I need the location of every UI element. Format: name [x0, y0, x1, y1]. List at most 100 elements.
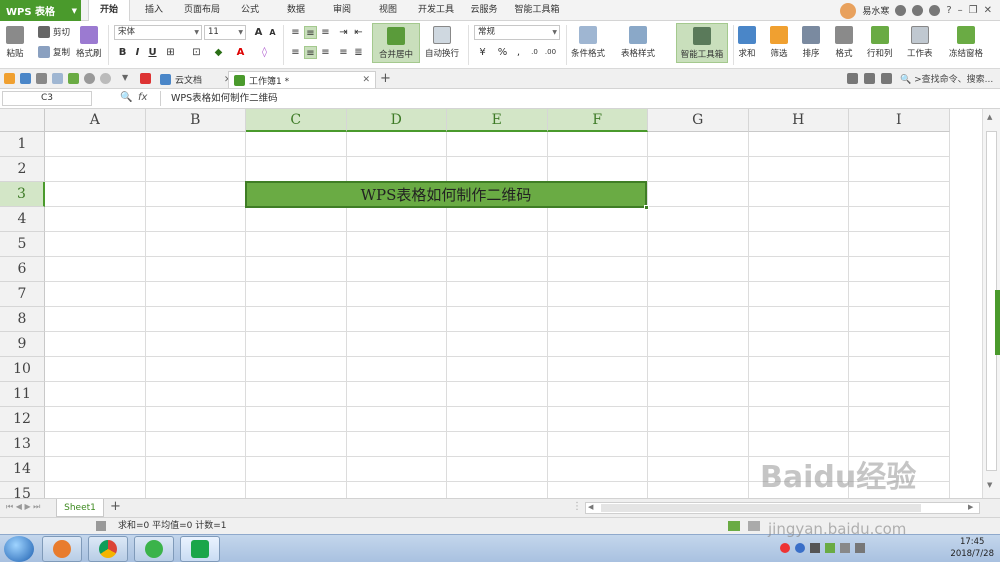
percent-icon[interactable]: %	[496, 46, 509, 59]
volume-icon[interactable]	[855, 543, 865, 553]
row-header-4[interactable]: 4	[0, 207, 45, 232]
sum-button[interactable]: 求和	[738, 26, 756, 59]
tray-icon[interactable]	[810, 543, 820, 553]
decrease-decimal-icon[interactable]: .00	[544, 46, 557, 59]
column-header-h[interactable]: H	[748, 109, 849, 132]
font-size-select[interactable]: 11 ▼	[204, 25, 246, 40]
system-clock[interactable]: 17:45 2018/7/28	[950, 536, 994, 560]
command-search[interactable]: 🔍 >查找命令、搜索...	[900, 72, 993, 85]
scroll-left-icon[interactable]: ◀	[588, 503, 593, 511]
comment-icon[interactable]	[847, 73, 858, 84]
scroll-down-icon[interactable]: ▼	[987, 481, 992, 489]
align-middle-icon[interactable]: ≡	[304, 26, 317, 39]
row-header-12[interactable]: 12	[0, 407, 45, 432]
italic-icon[interactable]: I	[131, 46, 144, 59]
close-icon[interactable]: ✕	[984, 5, 992, 16]
name-box[interactable]: C3	[2, 91, 92, 106]
help-icon[interactable]	[795, 543, 805, 553]
export-icon[interactable]	[68, 73, 79, 84]
decrease-font-icon[interactable]: A	[266, 26, 279, 39]
skin-icon[interactable]	[912, 5, 924, 16]
horizontal-scroll-thumb[interactable]	[601, 504, 921, 512]
print-icon[interactable]	[36, 73, 47, 84]
column-header-e[interactable]: E	[447, 109, 548, 132]
worksheet-button[interactable]: 工作表	[907, 26, 933, 59]
clear-format-icon[interactable]: ◊	[258, 46, 271, 59]
close-icon[interactable]: ✕	[362, 75, 370, 85]
indent-icon[interactable]: ⇥	[337, 26, 350, 39]
collapse-ribbon-icon[interactable]	[881, 73, 892, 84]
taskbar-chrome[interactable]	[88, 536, 128, 562]
tab-insert[interactable]: 插入	[136, 0, 172, 21]
formula-input[interactable]: WPS表格如何制作二维码	[160, 91, 998, 106]
row-header-14[interactable]: 14	[0, 457, 45, 482]
row-header-1[interactable]: 1	[0, 132, 45, 157]
paste-button[interactable]: 粘贴	[6, 26, 24, 59]
user-name[interactable]: 易水寒	[862, 4, 889, 17]
column-header-b[interactable]: B	[145, 109, 246, 132]
column-header-d[interactable]: D	[346, 109, 447, 132]
scroll-up-icon[interactable]: ▲	[987, 113, 992, 121]
justify-icon[interactable]: ≡	[337, 46, 350, 59]
network-icon[interactable]	[840, 543, 850, 553]
sheet-nav-icon[interactable]: ⏮ ◀ ▶ ⏭	[6, 502, 40, 512]
filter-button[interactable]: 筛选	[770, 26, 788, 59]
row-header-9[interactable]: 9	[0, 332, 45, 357]
app-menu-button[interactable]: WPS 表格 ▼	[0, 0, 81, 21]
macro-icon[interactable]	[96, 521, 106, 531]
splitter-icon[interactable]: ⋮	[572, 501, 582, 512]
tray-icon[interactable]	[780, 543, 790, 553]
align-top-icon[interactable]: ≡	[289, 26, 302, 39]
row-header-15[interactable]: 15	[0, 482, 45, 498]
zoom-icon[interactable]: 🔍	[120, 92, 132, 103]
table-style-button[interactable]: 表格样式	[621, 26, 655, 59]
merged-cell-c3-f3[interactable]: WPS表格如何制作二维码	[245, 181, 647, 208]
row-header-10[interactable]: 10	[0, 357, 45, 382]
row-header-8[interactable]: 8	[0, 307, 45, 332]
underline-icon[interactable]: U	[146, 46, 159, 59]
tab-formula[interactable]: 公式	[232, 0, 268, 21]
spreadsheet-grid[interactable]: ABCDEFGHI 1 2 3 4 5 6 7 8 9 10 11 12 13 14 15 WPS表格如何制…	[0, 109, 982, 498]
tab-smart-toolbox[interactable]: 智能工具箱	[508, 0, 566, 21]
undo-icon[interactable]	[84, 73, 95, 84]
rows-cols-button[interactable]: 行和列	[867, 26, 893, 59]
sort-button[interactable]: 排序	[802, 26, 820, 59]
smart-toolbox-button[interactable]: 智能工具箱	[676, 23, 728, 63]
taskbar-app-launcher[interactable]	[42, 536, 82, 562]
column-header-a[interactable]: A	[45, 109, 146, 132]
add-sheet-icon[interactable]: +	[110, 499, 121, 514]
number-format-select[interactable]: 常规 ▼	[474, 25, 560, 40]
avatar[interactable]	[840, 2, 857, 19]
redo-icon[interactable]	[100, 73, 111, 84]
select-all-corner[interactable]	[0, 109, 45, 132]
horizontal-scrollbar[interactable]: ◀ ▶	[585, 502, 980, 514]
help-icon[interactable]: ?	[946, 5, 951, 16]
comma-icon[interactable]: ,	[512, 46, 525, 59]
doc-tab-workbook[interactable]: 工作簿1 * ✕	[228, 71, 376, 88]
border-icon[interactable]: ⊞	[164, 46, 177, 59]
page-layout-view-icon[interactable]	[748, 521, 760, 531]
chevron-down-icon[interactable]: ▼	[122, 73, 133, 84]
open-icon[interactable]	[4, 73, 15, 84]
side-panel-toggle[interactable]	[995, 290, 1000, 355]
tab-view[interactable]: 视图	[370, 0, 406, 21]
align-right-icon[interactable]: ≡	[319, 46, 332, 59]
taskbar-wps-sheets[interactable]	[180, 536, 220, 562]
restore-icon[interactable]: ❐	[969, 5, 978, 16]
tab-home[interactable]: 开始	[88, 0, 130, 22]
align-center-icon[interactable]: ≡	[304, 46, 317, 59]
tab-data[interactable]: 数据	[278, 0, 314, 21]
settings-icon[interactable]	[895, 5, 907, 16]
tab-page-layout[interactable]: 页面布局	[178, 0, 226, 21]
format-painter-button[interactable]: 格式刷	[76, 26, 102, 59]
row-header-2[interactable]: 2	[0, 157, 45, 182]
row-header-13[interactable]: 13	[0, 432, 45, 457]
save-icon[interactable]	[20, 73, 31, 84]
fill-handle[interactable]	[644, 205, 649, 210]
share-icon[interactable]	[929, 5, 941, 16]
wps-logo-icon[interactable]	[140, 73, 151, 84]
row-header-11[interactable]: 11	[0, 382, 45, 407]
wrap-text-button[interactable]: 自动换行	[425, 26, 459, 59]
format-button[interactable]: 格式	[835, 26, 853, 59]
preview-icon[interactable]	[52, 73, 63, 84]
